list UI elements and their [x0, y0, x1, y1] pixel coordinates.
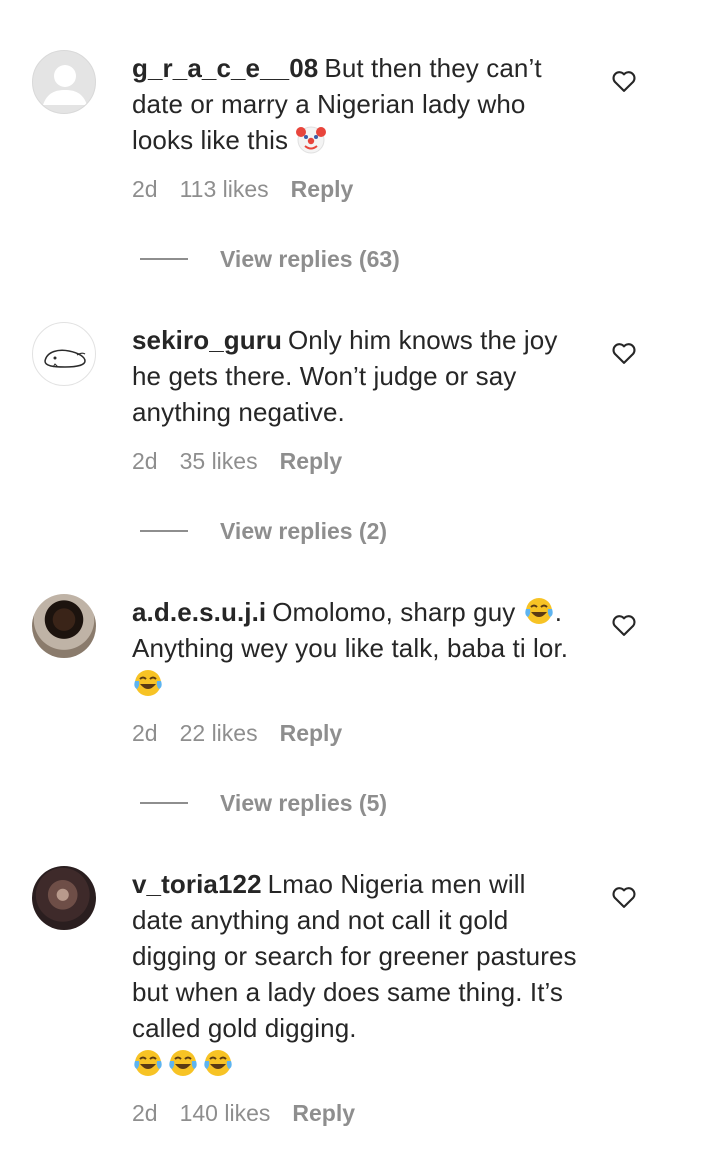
avatar[interactable]	[32, 50, 96, 114]
comment-meta: 2d 35 likes Reply	[132, 448, 364, 475]
comment-meta: 2d 113 likes Reply	[132, 176, 375, 203]
comment-meta: 2d 22 likes Reply	[132, 720, 364, 747]
view-replies-button[interactable]: View replies (2)	[140, 516, 387, 546]
comment-time: 2d	[132, 176, 158, 202]
heart-outline-icon[interactable]	[610, 67, 638, 95]
reply-button[interactable]: Reply	[280, 448, 343, 474]
comment-time: 2d	[132, 1100, 158, 1126]
default-avatar-icon	[43, 65, 87, 105]
divider-line	[140, 802, 188, 804]
avatar[interactable]	[32, 594, 96, 658]
tears-of-joy-emoji-icon	[132, 667, 164, 699]
comment-body: g_r_a_c_e__08 But then they can’t date or…	[132, 50, 582, 158]
view-replies-button[interactable]: View replies (5)	[140, 788, 387, 818]
comment-likes[interactable]: 140 likes	[180, 1100, 271, 1126]
divider-line	[140, 258, 188, 260]
view-replies-label: View replies (5)	[220, 789, 388, 816]
clown-face-emoji-icon	[295, 123, 327, 155]
comment-username[interactable]: v_toria122	[132, 869, 262, 899]
comment-time: 2d	[132, 448, 158, 474]
view-replies-button[interactable]: View replies (63)	[140, 244, 400, 274]
heart-outline-icon[interactable]	[610, 339, 638, 367]
seal-avatar-icon	[44, 349, 86, 368]
comment-likes[interactable]: 113 likes	[180, 176, 269, 202]
comment-username[interactable]: g_r_a_c_e__08	[132, 53, 318, 83]
comment-time: 2d	[132, 720, 158, 746]
tears-of-joy-emoji-icon	[167, 1047, 199, 1079]
reply-button[interactable]: Reply	[280, 720, 343, 746]
comment-meta: 2d 140 likes Reply	[132, 1100, 377, 1127]
comment-likes[interactable]: 22 likes	[180, 720, 258, 746]
comment-likes[interactable]: 35 likes	[180, 448, 258, 474]
reply-button[interactable]: Reply	[292, 1100, 355, 1126]
comment-body: sekiro_guru Only him knows the joy he get…	[132, 322, 582, 430]
heart-outline-icon[interactable]	[610, 883, 638, 911]
comment-text: Omolomo, sharp guy	[272, 597, 516, 627]
comment-body: a.d.e.s.u.j.i Omolomo, sharp guy . Anythi…	[132, 594, 582, 702]
avatar[interactable]	[32, 322, 96, 386]
view-replies-label: View replies (2)	[220, 517, 388, 544]
comment-body: v_toria122 Lmao Nigeria men will date any…	[132, 866, 582, 1082]
divider-line	[140, 530, 188, 532]
comment-username[interactable]: a.d.e.s.u.j.i	[132, 597, 266, 627]
heart-outline-icon[interactable]	[610, 611, 638, 639]
view-replies-label: View replies (63)	[220, 245, 400, 272]
reply-button[interactable]: Reply	[291, 176, 354, 202]
tears-of-joy-emoji-icon	[202, 1047, 234, 1079]
tears-of-joy-emoji-icon	[523, 595, 555, 627]
avatar[interactable]	[32, 866, 96, 930]
tears-of-joy-emoji-icon	[132, 1047, 164, 1079]
comment-username[interactable]: sekiro_guru	[132, 325, 282, 355]
